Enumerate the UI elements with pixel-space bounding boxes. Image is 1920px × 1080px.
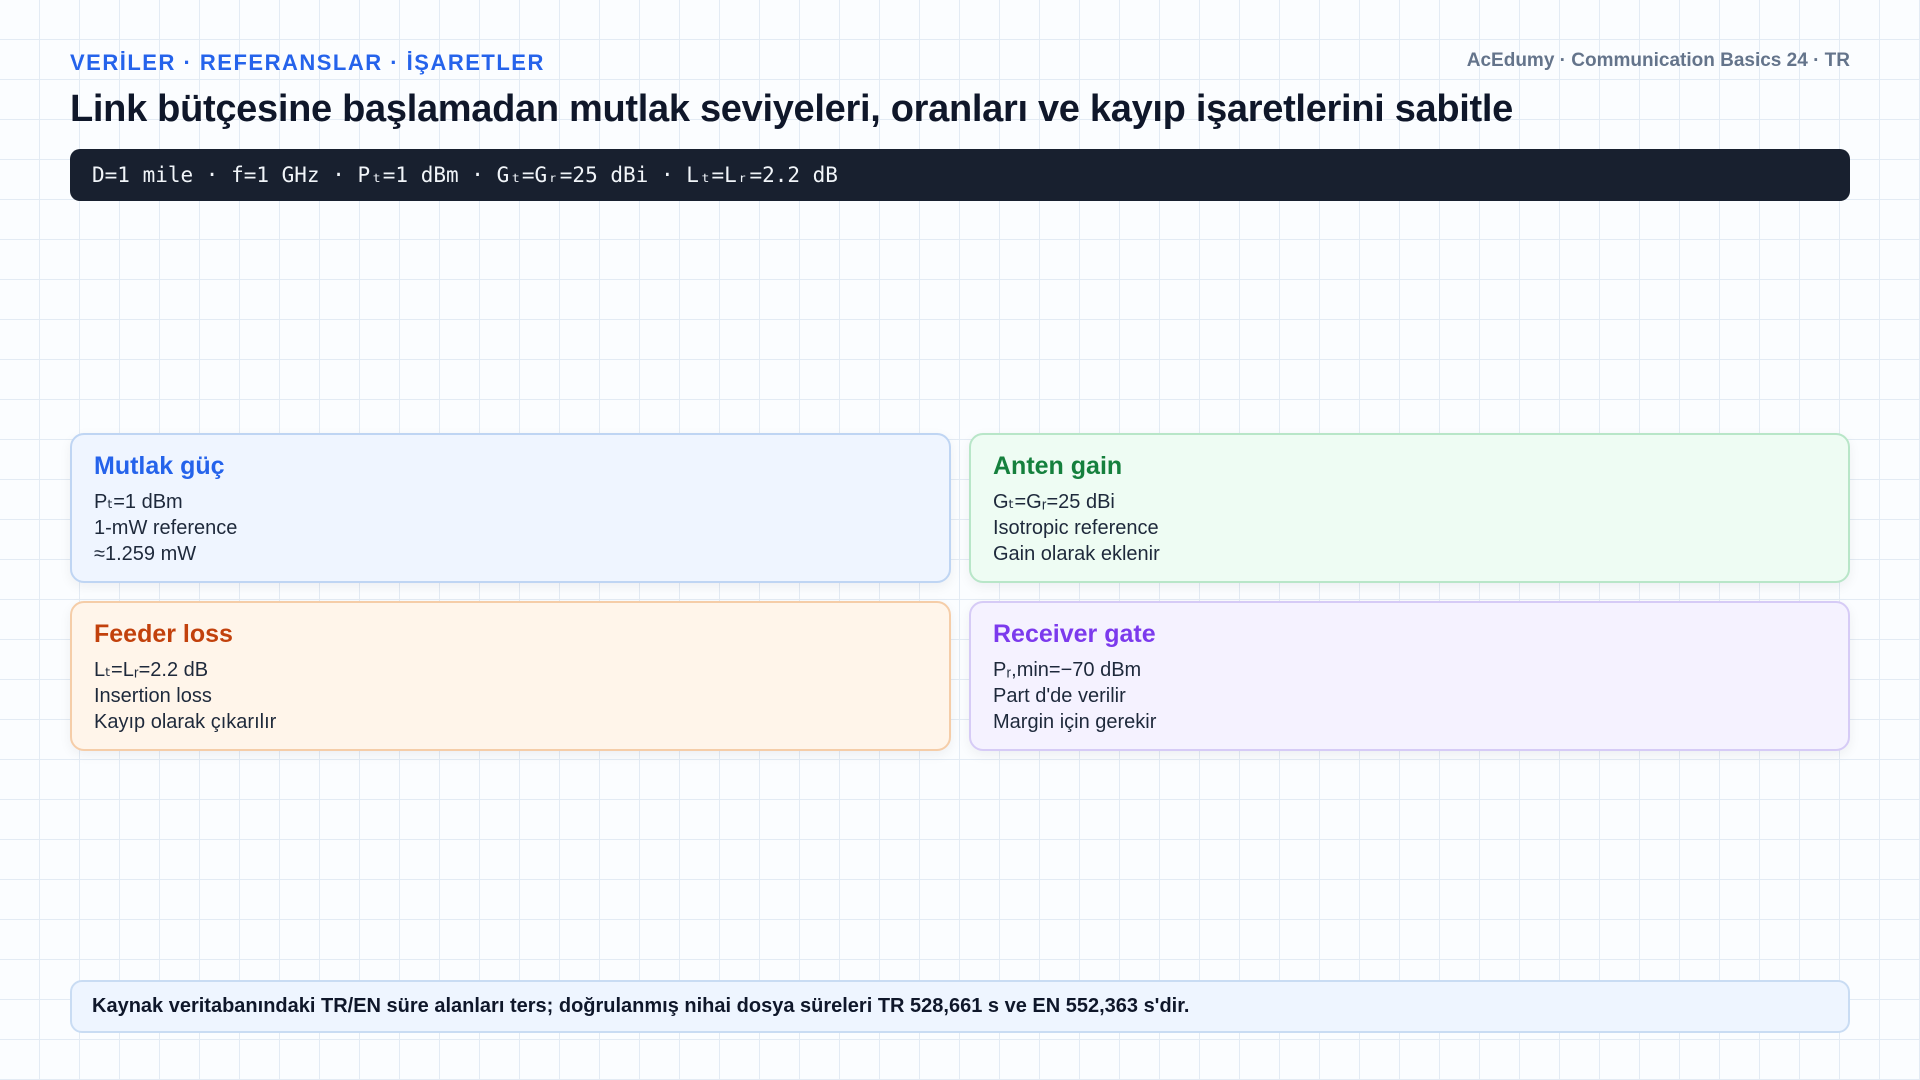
card-line: Gain olarak eklenir [993, 543, 1160, 565]
card-title: Mutlak güç [94, 452, 225, 480]
card-line: 1-mW reference [94, 517, 238, 539]
card-line: Pₜ=1 dBm [94, 491, 183, 513]
card-receiver-gate: Receiver gate Pᵣ,min=−70 dBm Part d'de v… [969, 601, 1850, 751]
brand-label: AcEdumy · Communication Basics 24 · TR [1466, 50, 1850, 71]
card-line: ≈1.259 mW [94, 543, 197, 565]
card-feeder-loss: Feeder loss Lₜ=Lᵣ=2.2 dB Insertion loss … [70, 601, 951, 751]
page-title: Link bütçesine başlamadan mutlak seviyel… [70, 88, 1513, 130]
card-title: Anten gain [993, 452, 1123, 480]
card-line: Isotropic reference [993, 517, 1159, 539]
card-title: Feeder loss [94, 620, 233, 648]
given-parameters-bar: D=1 mile · f=1 GHz · Pₜ=1 dBm · Gₜ=Gᵣ=25… [70, 149, 1850, 201]
footer-note: Kaynak veritabanındaki TR/EN süre alanla… [70, 980, 1850, 1033]
card-line: Part d'de verilir [993, 685, 1126, 707]
card-line: Margin için gerekir [993, 711, 1157, 733]
card-line: Insertion loss [94, 685, 212, 707]
card-line: Pᵣ,min=−70 dBm [993, 659, 1142, 681]
card-line: Gₜ=Gᵣ=25 dBi [993, 491, 1115, 513]
card-line: Lₜ=Lᵣ=2.2 dB [94, 659, 209, 681]
card-title: Receiver gate [993, 620, 1156, 648]
card-line: Kayıp olarak çıkarılır [94, 711, 277, 733]
card-absolute-power: Mutlak güç Pₜ=1 dBm 1-mW reference ≈1.25… [70, 433, 951, 583]
section-kicker: VERİLER · REFERANSLAR · İŞARETLER [70, 50, 545, 75]
card-antenna-gain: Anten gain Gₜ=Gᵣ=25 dBi Isotropic refere… [969, 433, 1850, 583]
